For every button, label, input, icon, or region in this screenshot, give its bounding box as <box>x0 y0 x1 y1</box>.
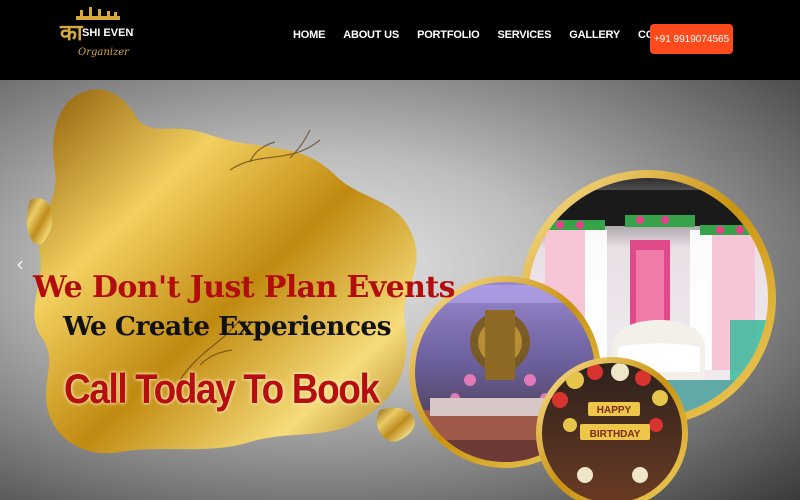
nav-home[interactable]: HOME <box>284 29 334 41</box>
nav-portfolio[interactable]: PORTFOLIO <box>408 29 488 41</box>
birthday-sign-line1: HAPPY <box>597 405 632 416</box>
site-header: का SHI EVENT Organizer HOME ABOUT US POR… <box>0 0 800 80</box>
site-logo[interactable]: का SHI EVENT Organizer <box>56 6 140 70</box>
logo-title: SHI EVENT <box>82 27 134 39</box>
logo-devanagari-glyph: का <box>59 20 84 46</box>
logo-subtitle: Organizer <box>78 47 130 58</box>
hero-headline: We Don't Just Plan Events <box>33 270 455 305</box>
hero-subline: We Create Experiences <box>63 311 392 342</box>
slider-prev-icon[interactable]: ‹ <box>16 252 24 276</box>
call-phone-button[interactable]: +91 9919074565 <box>650 24 733 54</box>
birthday-sign-line2: BIRTHDAY <box>590 429 641 440</box>
logo-emblem: का SHI EVENT Organizer <box>59 7 140 58</box>
nav-about-us[interactable]: ABOUT US <box>334 29 408 41</box>
hero-cta-text: Call Today To Book <box>64 366 380 412</box>
nav-services[interactable]: SERVICES <box>488 29 560 41</box>
hero-banner: HAPPY BIRTHDAY ‹ We Don't Just Plan Even… <box>0 80 800 500</box>
nav-gallery[interactable]: GALLERY <box>560 29 629 41</box>
